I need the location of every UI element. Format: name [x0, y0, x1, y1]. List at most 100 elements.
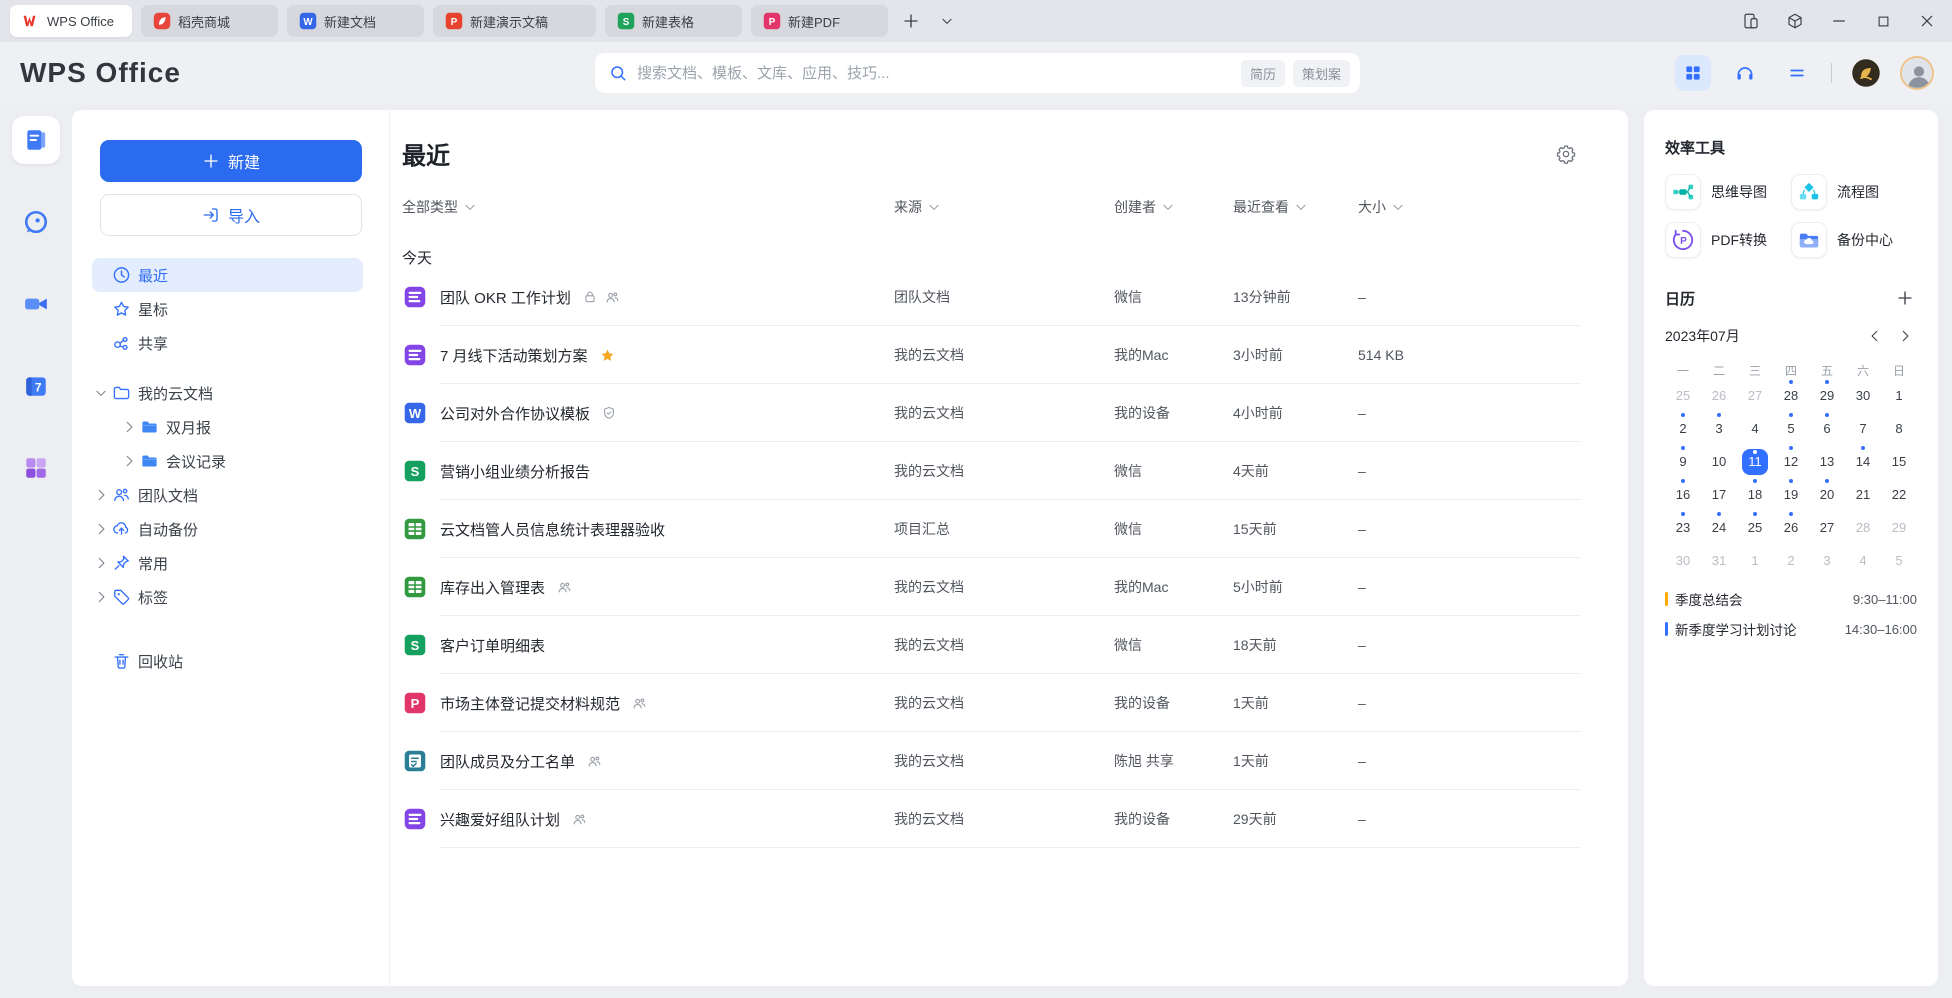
tab-new-doc[interactable]: W 新建文档: [287, 5, 424, 37]
file-row[interactable]: 云文档管人员信息统计表理器验收 项目汇总 微信 15天前 –: [402, 500, 1580, 558]
workspace-cube-button[interactable]: [1780, 6, 1810, 36]
tab-wps-home[interactable]: WPS Office: [10, 5, 132, 37]
caret-down-icon[interactable]: [92, 384, 110, 402]
calendar-day[interactable]: 31: [1701, 544, 1737, 577]
list-settings-button[interactable]: [1552, 140, 1580, 168]
calendar-day[interactable]: 17: [1701, 478, 1737, 511]
search-suggestion-chip[interactable]: 策划案: [1293, 60, 1350, 87]
calendar-day[interactable]: 1: [1881, 379, 1917, 412]
caret-right-icon[interactable]: [92, 486, 110, 504]
calendar-day[interactable]: 24: [1701, 511, 1737, 544]
file-row[interactable]: 团队 OKR 工作计划 团队文档 微信 13分钟前 –: [402, 268, 1580, 326]
sidebar-item-tags[interactable]: 标签: [92, 580, 363, 614]
file-row[interactable]: 团队成员及分工名单 我的云文档 陈旭 共享 1天前 –: [402, 732, 1580, 790]
calendar-day[interactable]: 4: [1737, 412, 1773, 445]
filter-dropdown[interactable]: 大小: [1358, 197, 1405, 217]
search-input[interactable]: [637, 65, 1241, 82]
filter-dropdown[interactable]: 来源: [894, 197, 941, 217]
file-row[interactable]: S 营销小组业绩分析报告 我的云文档 微信 4天前 –: [402, 442, 1580, 500]
calendar-day[interactable]: 5: [1881, 544, 1917, 577]
calendar-event[interactable]: 季度总结会 9:30–11:00: [1665, 589, 1917, 609]
calendar-day[interactable]: 5: [1773, 412, 1809, 445]
file-row[interactable]: W 公司对外合作协议模板 我的云文档 我的设备 4小时前 –: [402, 384, 1580, 442]
close-button[interactable]: [1912, 6, 1942, 36]
file-row[interactable]: 兴趣爱好组队计划 我的云文档 我的设备 29天前 –: [402, 790, 1580, 848]
calendar-day[interactable]: 30: [1665, 544, 1701, 577]
calendar-day[interactable]: 15: [1881, 445, 1917, 478]
search-suggestion-chip[interactable]: 简历: [1241, 60, 1285, 87]
sidebar-item-shared[interactable]: 共享: [92, 326, 363, 360]
calendar-day-selected[interactable]: 11: [1737, 445, 1773, 478]
filter-dropdown[interactable]: 创建者: [1114, 197, 1175, 217]
file-row[interactable]: 7 月线下活动策划方案 我的云文档 我的Mac 3小时前 514 KB: [402, 326, 1580, 384]
sidebar-item-trash[interactable]: 回收站: [92, 644, 363, 678]
tab-docer-store[interactable]: 稻壳商城: [141, 5, 278, 37]
sidebar-item-starred[interactable]: 星标: [92, 292, 363, 326]
calendar-day[interactable]: 26: [1701, 379, 1737, 412]
calendar-day[interactable]: 16: [1665, 478, 1701, 511]
rail-item-meetings[interactable]: [12, 280, 60, 328]
maximize-button[interactable]: [1868, 6, 1898, 36]
calendar-day[interactable]: 23: [1665, 511, 1701, 544]
calendar-day[interactable]: 1: [1737, 544, 1773, 577]
calendar-day[interactable]: 25: [1665, 379, 1701, 412]
calendar-day[interactable]: 10: [1701, 445, 1737, 478]
sidebar-item-my-cloud-docs[interactable]: 我的云文档: [92, 376, 363, 410]
calendar-day[interactable]: 8: [1881, 412, 1917, 445]
caret-right-icon[interactable]: [92, 520, 110, 538]
tab-new-pdf[interactable]: P 新建PDF: [751, 5, 888, 37]
calendar-day[interactable]: 3: [1701, 412, 1737, 445]
tool-flowchart[interactable]: 流程图: [1791, 174, 1917, 210]
sidebar-item-meeting-notes[interactable]: 会议记录: [92, 444, 363, 478]
calendar-day[interactable]: 25: [1737, 511, 1773, 544]
tab-new-presentation[interactable]: P 新建演示文稿: [433, 5, 596, 37]
sidebar-item-auto-backup[interactable]: 自动备份: [92, 512, 363, 546]
calendar-day[interactable]: 27: [1737, 379, 1773, 412]
calendar-next-month-button[interactable]: [1893, 324, 1917, 348]
calendar-day[interactable]: 21: [1845, 478, 1881, 511]
tool-pdf-convert[interactable]: P PDF转换: [1665, 222, 1791, 258]
calendar-day[interactable]: 3: [1809, 544, 1845, 577]
tool-mindmap[interactable]: 思维导图: [1665, 174, 1791, 210]
filter-dropdown[interactable]: 全部类型: [402, 197, 477, 217]
import-button[interactable]: 导入: [100, 194, 362, 236]
calendar-event[interactable]: 新季度学习计划讨论 14:30–16:00: [1665, 619, 1917, 639]
filter-dropdown[interactable]: 最近查看: [1233, 197, 1308, 217]
sidebar-item-bimonthly-report[interactable]: 双月报: [92, 410, 363, 444]
user-avatar[interactable]: [1900, 56, 1934, 90]
tool-backup-folder[interactable]: 备份中心: [1791, 222, 1917, 258]
caret-right-icon[interactable]: [120, 452, 138, 470]
new-document-button[interactable]: 新建: [100, 140, 362, 182]
tab-list-dropdown-button[interactable]: [934, 8, 960, 34]
membership-button[interactable]: [1848, 55, 1884, 91]
calendar-day[interactable]: 6: [1809, 412, 1845, 445]
sidebar-item-frequent[interactable]: 常用: [92, 546, 363, 580]
support-button[interactable]: [1727, 55, 1763, 91]
calendar-day[interactable]: 29: [1881, 511, 1917, 544]
apps-grid-button[interactable]: [1675, 55, 1711, 91]
calendar-day[interactable]: 28: [1845, 511, 1881, 544]
rail-item-apps[interactable]: [12, 444, 60, 492]
file-row[interactable]: P 市场主体登记提交材料规范 我的云文档 我的设备 1天前 –: [402, 674, 1580, 732]
calendar-day[interactable]: 29: [1809, 379, 1845, 412]
calendar-day[interactable]: 9: [1665, 445, 1701, 478]
calendar-day[interactable]: 14: [1845, 445, 1881, 478]
calendar-day[interactable]: 7: [1845, 412, 1881, 445]
rail-item-docs-home[interactable]: [12, 116, 60, 164]
calendar-day[interactable]: 2: [1773, 544, 1809, 577]
calendar-day[interactable]: 18: [1737, 478, 1773, 511]
new-tab-button[interactable]: [898, 8, 924, 34]
calendar-prev-month-button[interactable]: [1863, 324, 1887, 348]
file-row[interactable]: 库存出入管理表 我的云文档 我的Mac 5小时前 –: [402, 558, 1580, 616]
file-row[interactable]: S 客户订单明细表 我的云文档 微信 18天前 –: [402, 616, 1580, 674]
calendar-day[interactable]: 27: [1809, 511, 1845, 544]
caret-right-icon[interactable]: [120, 418, 138, 436]
calendar-day[interactable]: 30: [1845, 379, 1881, 412]
calendar-day[interactable]: 28: [1773, 379, 1809, 412]
sidebar-item-team-docs[interactable]: 团队文档: [92, 478, 363, 512]
tab-new-sheet[interactable]: S 新建表格: [605, 5, 742, 37]
phone-link-button[interactable]: [1736, 6, 1766, 36]
caret-right-icon[interactable]: [92, 554, 110, 572]
menu-button[interactable]: [1779, 55, 1815, 91]
calendar-add-event-button[interactable]: [1893, 286, 1917, 310]
